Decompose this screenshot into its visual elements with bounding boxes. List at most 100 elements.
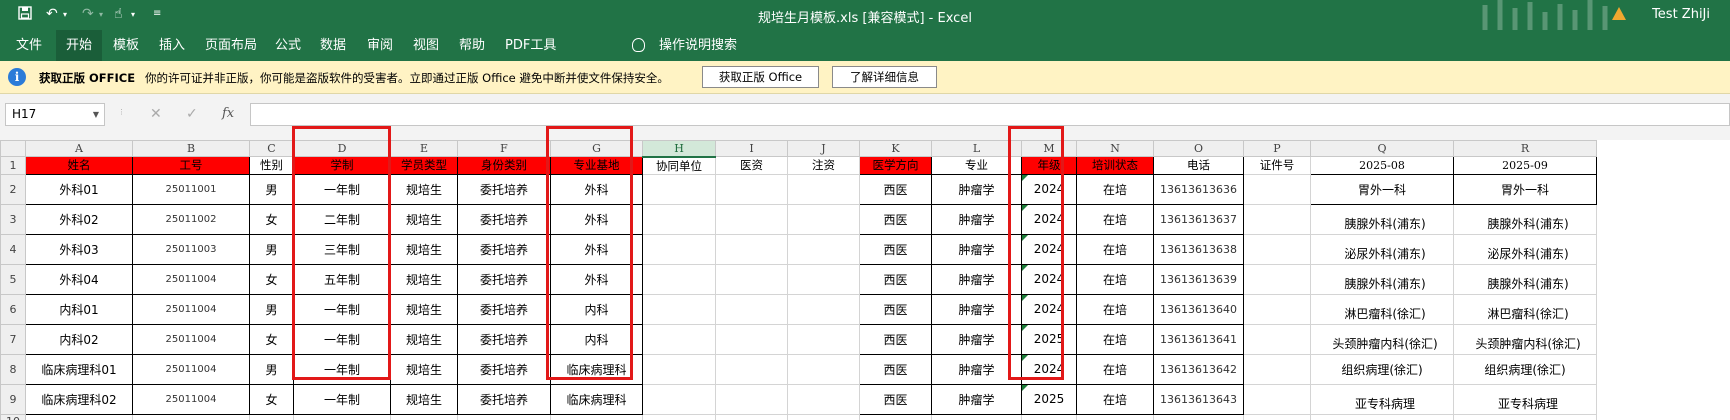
table-cell[interactable]	[715, 413, 788, 420]
table-cell[interactable]	[642, 383, 716, 415]
table-cell[interactable]: 委托培养	[457, 203, 551, 235]
table-cell[interactable]	[1243, 323, 1311, 355]
header-cell[interactable]: 学制	[293, 156, 391, 175]
table-cell[interactable]: 规培生	[390, 173, 458, 205]
table-cell[interactable]: 胰腺外科(浦东)	[1310, 263, 1454, 295]
table-cell[interactable]: 2024	[1021, 203, 1077, 235]
column-header-c[interactable]: C	[249, 140, 294, 157]
table-cell[interactable]	[1243, 173, 1311, 205]
table-cell[interactable]: 在培	[1076, 383, 1154, 415]
table-cell[interactable]	[642, 263, 716, 295]
column-header-q[interactable]: Q	[1310, 140, 1454, 157]
tab-file[interactable]: 文件	[6, 30, 52, 61]
warning-icon[interactable]	[1612, 7, 1626, 20]
table-cell[interactable]: 男	[249, 353, 294, 385]
table-cell[interactable]	[1243, 263, 1311, 295]
table-cell[interactable]: 组织病理(徐汇)	[1310, 353, 1454, 385]
table-cell[interactable]: 25011004	[132, 293, 250, 325]
table-cell[interactable]: 内科	[550, 293, 643, 325]
table-cell[interactable]	[132, 413, 250, 420]
table-cell[interactable]: 男	[249, 173, 294, 205]
table-cell[interactable]: 肿瘤学	[931, 173, 1022, 205]
table-cell[interactable]: 2024	[1021, 353, 1077, 385]
table-cell[interactable]: 13613613642	[1153, 353, 1244, 385]
table-cell[interactable]: 肿瘤学	[931, 353, 1022, 385]
table-cell[interactable]	[1243, 293, 1311, 325]
table-cell[interactable]: 委托培养	[457, 173, 551, 205]
column-header-n[interactable]: N	[1076, 140, 1154, 157]
column-header-f[interactable]: F	[457, 140, 551, 157]
table-cell[interactable]	[249, 413, 294, 420]
table-cell[interactable]: 肿瘤学	[931, 263, 1022, 295]
table-cell[interactable]: 临床病理科01	[25, 353, 133, 385]
table-cell[interactable]: 13613613640	[1153, 293, 1244, 325]
header-cell[interactable]: 学员类型	[390, 156, 458, 175]
table-cell[interactable]: 一年制	[293, 353, 391, 385]
table-cell[interactable]	[787, 263, 860, 295]
table-cell[interactable]	[1243, 203, 1311, 235]
table-cell[interactable]: 西医	[859, 353, 932, 385]
table-cell[interactable]: 一年制	[293, 293, 391, 325]
table-cell[interactable]: 胰腺外科(浦东)	[1310, 203, 1454, 235]
table-cell[interactable]: 13613613643	[1153, 383, 1244, 415]
table-cell[interactable]: 女	[249, 323, 294, 355]
table-cell[interactable]: 外科	[550, 233, 643, 265]
table-cell[interactable]	[715, 383, 788, 415]
table-cell[interactable]	[642, 233, 716, 265]
table-cell[interactable]: 在培	[1076, 353, 1154, 385]
table-cell[interactable]: 西医	[859, 233, 932, 265]
table-cell[interactable]: 肿瘤学	[931, 383, 1022, 415]
table-cell[interactable]: 外科	[550, 263, 643, 295]
table-cell[interactable]	[642, 353, 716, 385]
table-cell[interactable]: 在培	[1076, 263, 1154, 295]
table-cell[interactable]	[642, 293, 716, 325]
table-cell[interactable]: 2024	[1021, 263, 1077, 295]
header-cell[interactable]: 证件号	[1243, 156, 1311, 175]
table-cell[interactable]	[787, 383, 860, 415]
table-cell[interactable]: 在培	[1076, 233, 1154, 265]
table-cell[interactable]: 规培生	[390, 263, 458, 295]
table-cell[interactable]: 25011003	[132, 233, 250, 265]
column-header-m[interactable]: M	[1021, 140, 1077, 157]
table-cell[interactable]: 泌尿外科(浦东)	[1453, 233, 1597, 265]
table-cell[interactable]	[1243, 383, 1311, 415]
table-cell[interactable]	[715, 233, 788, 265]
tell-me-search[interactable]: 操作说明搜索	[649, 30, 747, 61]
table-cell[interactable]: 西医	[859, 383, 932, 415]
table-cell[interactable]: 规培生	[390, 353, 458, 385]
table-cell[interactable]: 五年制	[293, 263, 391, 295]
table-cell[interactable]	[787, 353, 860, 385]
table-cell[interactable]: 2024	[1021, 173, 1077, 205]
table-cell[interactable]: 女	[249, 383, 294, 415]
table-cell[interactable]: 委托培养	[457, 293, 551, 325]
table-cell[interactable]	[715, 173, 788, 205]
row-header[interactable]: 7	[0, 323, 26, 355]
table-cell[interactable]	[787, 233, 860, 265]
table-cell[interactable]	[457, 413, 551, 420]
table-cell[interactable]	[293, 413, 391, 420]
table-cell[interactable]: 13613613641	[1153, 323, 1244, 355]
table-cell[interactable]: 外科01	[25, 173, 133, 205]
table-cell[interactable]	[1243, 413, 1311, 420]
tab-pdf-tools[interactable]: PDF工具	[495, 30, 566, 61]
tab-review[interactable]: 审阅	[357, 30, 403, 61]
table-cell[interactable]	[25, 413, 133, 420]
table-cell[interactable]: 13613613636	[1153, 173, 1244, 205]
table-cell[interactable]: 肿瘤学	[931, 293, 1022, 325]
table-cell[interactable]: 临床病理科02	[25, 383, 133, 415]
table-cell[interactable]: 一年制	[293, 173, 391, 205]
table-cell[interactable]: 一年制	[293, 323, 391, 355]
table-cell[interactable]: 内科	[550, 323, 643, 355]
table-cell[interactable]: 在培	[1076, 203, 1154, 235]
table-cell[interactable]: 在培	[1076, 293, 1154, 325]
header-cell[interactable]: 注资	[787, 156, 860, 175]
table-cell[interactable]: 2024	[1021, 293, 1077, 325]
column-header-b[interactable]: B	[132, 140, 250, 157]
row-header[interactable]: 8	[0, 353, 26, 385]
table-cell[interactable]: 头颈肿瘤内科(徐汇)	[1310, 323, 1454, 355]
table-cell[interactable]: 外科	[550, 173, 643, 205]
table-cell[interactable]	[642, 173, 716, 205]
tab-insert[interactable]: 插入	[149, 30, 195, 61]
formula-input[interactable]	[250, 103, 1730, 126]
learn-more-button[interactable]: 了解详细信息	[832, 66, 937, 88]
